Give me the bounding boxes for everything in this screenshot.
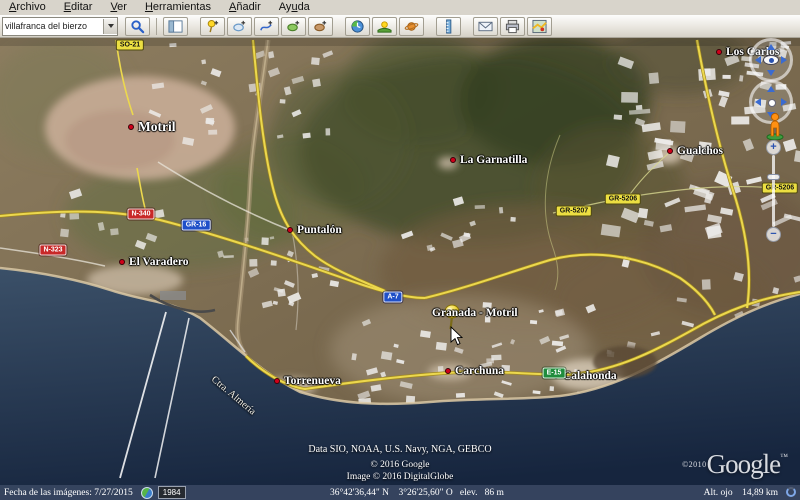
coordinates-readout: 36°42'36,44" N 3°26'25,60" O elev. 86 m bbox=[330, 488, 504, 498]
streaming-spinner bbox=[786, 487, 796, 497]
search-button[interactable] bbox=[125, 17, 150, 36]
zoom-slider-handle[interactable] bbox=[767, 174, 780, 180]
pegman-icon[interactable] bbox=[766, 112, 784, 140]
move-up-arrow[interactable] bbox=[767, 86, 775, 92]
history-year-badge[interactable]: 1984 bbox=[158, 486, 186, 499]
menu-herramientas[interactable]: Herramientas bbox=[136, 0, 220, 15]
look-left-arrow[interactable] bbox=[755, 56, 761, 64]
road-sign-gr-16: GR-16 bbox=[182, 220, 211, 231]
look-right-arrow[interactable] bbox=[781, 56, 787, 64]
zoom-out-button[interactable]: − bbox=[766, 227, 781, 242]
imagery-date-label: Fecha de las imágenes: 7/27/2015 bbox=[4, 488, 133, 498]
search-combo bbox=[2, 17, 118, 36]
add-image-overlay-button[interactable] bbox=[281, 17, 306, 36]
map-viewport[interactable]: MotrilEl VaraderoPuntalónLa GarnatillaGu… bbox=[0, 38, 800, 500]
road-sign-gr-5206: GR-5206 bbox=[605, 194, 641, 205]
look-up-arrow[interactable] bbox=[767, 44, 775, 50]
sunlight-button[interactable] bbox=[372, 17, 397, 36]
road-sign-gr-5206: GR-5206 bbox=[762, 183, 798, 194]
move-center-dot bbox=[768, 99, 776, 107]
status-bar: Fecha de las imágenes: 7/27/2015 1984 36… bbox=[0, 485, 800, 500]
search-icon bbox=[130, 19, 145, 34]
sunlight-icon bbox=[377, 19, 392, 34]
menu-ver[interactable]: Ver bbox=[101, 0, 136, 15]
zoom-slider-track[interactable] bbox=[772, 155, 775, 227]
print-button[interactable] bbox=[500, 17, 525, 36]
historical-imagery-button[interactable] bbox=[345, 17, 370, 36]
road-sign-n-323: N-323 bbox=[39, 245, 66, 256]
road-sign-e-15: E-15 bbox=[543, 368, 566, 379]
placemark-label: Granada - Motril bbox=[432, 307, 518, 319]
zoom-in-button[interactable]: + bbox=[766, 140, 781, 155]
historical-imagery-icon bbox=[141, 487, 153, 499]
print-icon bbox=[505, 19, 520, 34]
move-right-arrow[interactable] bbox=[781, 98, 787, 106]
menu-bar: ArchivoEditarVerHerramientasAñadirAyuda bbox=[0, 0, 800, 16]
record-tour-icon bbox=[313, 19, 328, 34]
search-dropdown-button[interactable] bbox=[103, 19, 117, 34]
look-down-arrow[interactable] bbox=[767, 70, 775, 76]
add-placemark-icon bbox=[205, 19, 220, 34]
mouse-cursor bbox=[450, 326, 464, 346]
eye-altitude-readout: Alt. ojo 14,89 km bbox=[704, 488, 778, 498]
planets-button[interactable] bbox=[399, 17, 424, 36]
sidebar-panel-button[interactable] bbox=[163, 17, 188, 36]
ruler-icon bbox=[441, 19, 456, 34]
email-icon bbox=[478, 19, 493, 34]
view-in-maps-button[interactable] bbox=[527, 17, 552, 36]
view-in-maps-icon bbox=[532, 19, 547, 34]
road-sign-so-21: SO-21 bbox=[116, 40, 144, 51]
google-earth-window: ArchivoEditarVerHerramientasAñadirAyuda bbox=[0, 0, 800, 500]
menu-editar[interactable]: Editar bbox=[55, 0, 102, 15]
add-path-icon bbox=[259, 19, 274, 34]
toolbar-separator bbox=[156, 18, 157, 35]
menu-aadir[interactable]: Añadir bbox=[220, 0, 270, 15]
ruler-button[interactable] bbox=[436, 17, 461, 36]
toolbar bbox=[0, 15, 800, 38]
email-button[interactable] bbox=[473, 17, 498, 36]
planets-icon bbox=[404, 19, 419, 34]
menu-ayuda[interactable]: Ayuda bbox=[270, 0, 319, 15]
search-input[interactable] bbox=[3, 19, 103, 34]
eye-icon bbox=[763, 55, 779, 65]
road-sign-a-7: A-7 bbox=[383, 292, 402, 303]
sidebar-panel-icon bbox=[168, 19, 183, 34]
satellite-imagery bbox=[0, 38, 800, 500]
road-sign-n-340: N-340 bbox=[127, 209, 154, 220]
record-tour-button[interactable] bbox=[308, 17, 333, 36]
menu-archivo[interactable]: Archivo bbox=[0, 0, 55, 15]
move-left-arrow[interactable] bbox=[755, 98, 761, 106]
road-sign-gr-5207: GR-5207 bbox=[556, 206, 592, 217]
add-image-overlay-icon bbox=[286, 19, 301, 34]
add-polygon-button[interactable] bbox=[227, 17, 252, 36]
add-polygon-icon bbox=[232, 19, 247, 34]
historical-imagery-icon bbox=[350, 19, 365, 34]
look-joystick[interactable] bbox=[749, 38, 793, 82]
add-placemark-button[interactable] bbox=[200, 17, 225, 36]
add-path-button[interactable] bbox=[254, 17, 279, 36]
